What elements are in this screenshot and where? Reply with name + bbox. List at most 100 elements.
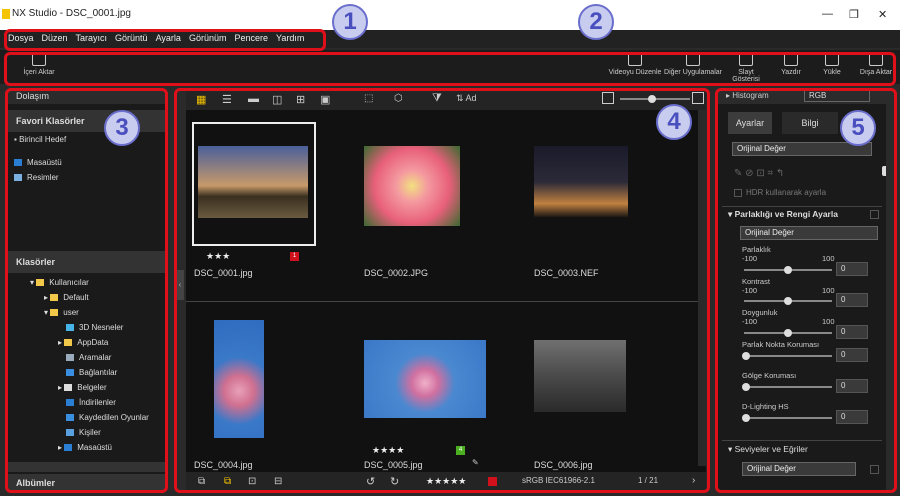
histogram-header[interactable]: ▸ Histogram RGB bbox=[718, 88, 894, 104]
shadow-protection-slider[interactable] bbox=[742, 383, 832, 391]
maximize-button[interactable]: ❐ bbox=[849, 8, 859, 21]
contrast-slider[interactable] bbox=[744, 297, 832, 305]
folder-links[interactable]: Bağlantılar bbox=[30, 365, 166, 380]
folder-saved-games[interactable]: Kaydedilen Oyunlar bbox=[30, 410, 166, 425]
slideshow-button[interactable]: Slayt Gösterisi bbox=[724, 52, 768, 83]
print-button[interactable]: Yazdır bbox=[776, 52, 806, 76]
menu-browser[interactable]: Tarayıcı bbox=[76, 30, 108, 46]
saturation-slider[interactable] bbox=[744, 329, 832, 337]
single-view-icon[interactable]: ▬ bbox=[248, 93, 259, 105]
rotate-right-icon[interactable]: ↻ bbox=[390, 475, 399, 488]
folder-default[interactable]: ▸ Default bbox=[30, 290, 166, 305]
section-brightness-color[interactable]: ▾ Parlaklığı ve Rengi Ayarla bbox=[728, 209, 838, 220]
section-levels-curves[interactable]: ▾ Seviyeler ve Eğriler bbox=[728, 444, 808, 455]
folders-header[interactable]: Klasörler bbox=[8, 251, 166, 273]
edit-video-button[interactable]: Videoyu Düzenle bbox=[608, 52, 662, 76]
vertical-scrollbar[interactable] bbox=[698, 110, 706, 466]
horizontal-scrollbar[interactable] bbox=[8, 462, 166, 472]
saturation-value[interactable]: 0 bbox=[836, 325, 868, 339]
thumb-size-large-icon[interactable] bbox=[692, 92, 704, 104]
section2-checkbox[interactable] bbox=[870, 465, 879, 474]
info-overlay-icon[interactable]: ⊟ bbox=[274, 476, 282, 487]
menu-adjust[interactable]: Ayarla bbox=[156, 30, 181, 46]
collapse-left-panel-handle[interactable]: ‹ bbox=[176, 270, 184, 300]
thumbnail-image-5[interactable] bbox=[364, 340, 486, 418]
compare-view-icon[interactable]: ◫ bbox=[272, 93, 282, 106]
thumbnail-image-2[interactable] bbox=[364, 146, 460, 226]
link-icon bbox=[66, 369, 74, 377]
folder-user[interactable]: ▾ user bbox=[30, 305, 166, 320]
upload-button[interactable]: Yükle bbox=[818, 52, 846, 76]
thumbnail-image-3[interactable] bbox=[534, 146, 628, 218]
folder-searches[interactable]: Aramalar bbox=[30, 350, 166, 365]
multi-select-icon[interactable]: ⧉ bbox=[224, 476, 231, 487]
cube-icon bbox=[66, 324, 74, 332]
favorites-header[interactable]: Favori Klasörler bbox=[8, 110, 166, 132]
albums-header[interactable]: Albümler bbox=[8, 474, 166, 492]
contacts-icon bbox=[66, 429, 74, 437]
stack-icon[interactable]: ⧉ bbox=[198, 476, 205, 487]
thumb-1-rating[interactable]: ★★★ bbox=[206, 251, 230, 262]
thumbnail-size-slider[interactable] bbox=[620, 95, 690, 103]
highlight-protection-slider[interactable] bbox=[742, 352, 832, 360]
tab-settings[interactable]: Ayarlar bbox=[728, 112, 772, 134]
label-control[interactable] bbox=[488, 477, 497, 486]
menu-view[interactable]: Görünüm bbox=[189, 30, 227, 46]
brightness-slider[interactable] bbox=[744, 266, 832, 274]
filter-icon[interactable]: ⧩ bbox=[432, 92, 442, 105]
map-icon[interactable]: ⬚ bbox=[364, 93, 373, 104]
thumbnail-image-1[interactable] bbox=[198, 146, 308, 218]
thumb-size-icon[interactable] bbox=[602, 92, 614, 104]
adjusted-icon: ✎ bbox=[472, 458, 479, 467]
tab-info[interactable]: Bilgi bbox=[782, 112, 838, 134]
contrast-value[interactable]: 0 bbox=[836, 293, 868, 307]
section1-preset-select[interactable]: Orijinal Değer bbox=[740, 226, 878, 240]
primary-target-item[interactable]: ▪ Birincil Hedef bbox=[14, 132, 166, 147]
folder-icon bbox=[64, 339, 73, 347]
favorite-pictures[interactable]: Resimler bbox=[14, 170, 166, 185]
callout-4: 4 bbox=[656, 104, 692, 140]
menu-image[interactable]: Görüntü bbox=[115, 30, 148, 46]
multi-view-icon[interactable]: ⊞ bbox=[296, 93, 305, 106]
favorite-desktop[interactable]: Masaüstü bbox=[14, 155, 166, 170]
compare-icon[interactable]: ⊡ bbox=[248, 476, 256, 487]
export-button[interactable]: Dışa Aktar bbox=[858, 52, 894, 76]
other-apps-button[interactable]: Diğer Uygulamalar bbox=[664, 52, 722, 76]
folder-documents[interactable]: ▸ Belgeler bbox=[30, 380, 166, 395]
thumbnail-image-4[interactable] bbox=[214, 320, 264, 438]
menu-help[interactable]: Yardım bbox=[276, 30, 304, 46]
minimize-button[interactable]: — bbox=[822, 8, 833, 20]
folder-desktop[interactable]: ▸ Masaüstü bbox=[30, 440, 166, 455]
highlight-protection-value[interactable]: 0 bbox=[836, 348, 868, 362]
thumbnail-image-6[interactable] bbox=[534, 340, 626, 412]
brightness-value[interactable]: 0 bbox=[836, 262, 868, 276]
section2-preset-select[interactable]: Orijinal Değer bbox=[742, 462, 856, 476]
thumb-5-rating[interactable]: ★★★★ bbox=[372, 445, 404, 456]
full-screen-icon[interactable]: ▣ bbox=[320, 93, 330, 106]
import-button[interactable]: İçeri Aktar bbox=[22, 52, 56, 76]
next-page-icon[interactable]: › bbox=[692, 475, 695, 486]
share-icon[interactable]: ⬡ bbox=[394, 93, 403, 104]
rating-control[interactable]: ★★★★★ bbox=[426, 476, 466, 487]
section1-checkbox[interactable] bbox=[870, 210, 879, 219]
d-lighting-slider[interactable] bbox=[742, 414, 832, 422]
hdr-checkbox[interactable] bbox=[734, 189, 742, 197]
grid-view-icon[interactable]: ▦ bbox=[196, 93, 206, 106]
sort-dropdown[interactable]: ⇅ Ad bbox=[456, 93, 477, 104]
close-button[interactable]: ✕ bbox=[878, 8, 887, 21]
folder-3d-objects[interactable]: 3D Nesneler bbox=[30, 320, 166, 335]
histogram-channel-select[interactable]: RGB bbox=[804, 90, 870, 102]
list-view-icon[interactable]: ☰ bbox=[222, 93, 232, 106]
folder-users[interactable]: ▾ Kullanıcılar bbox=[30, 275, 166, 290]
folder-downloads[interactable]: İndirilenler bbox=[30, 395, 166, 410]
d-lighting-value[interactable]: 0 bbox=[836, 410, 868, 424]
menu-edit[interactable]: Düzen bbox=[42, 30, 68, 46]
menu-file[interactable]: Dosya bbox=[8, 30, 34, 46]
folder-contacts[interactable]: Kişiler bbox=[30, 425, 166, 440]
folder-appdata[interactable]: ▸ AppData bbox=[30, 335, 166, 350]
adjustment-panel: ▸ Histogram RGB Ayarlar Bilgi Orijinal D… bbox=[718, 88, 894, 492]
rotate-left-icon[interactable]: ↺ bbox=[366, 475, 375, 488]
menu-window[interactable]: Pencere bbox=[234, 30, 268, 46]
shadow-protection-value[interactable]: 0 bbox=[836, 379, 868, 393]
right-scrollbar[interactable] bbox=[886, 104, 894, 492]
